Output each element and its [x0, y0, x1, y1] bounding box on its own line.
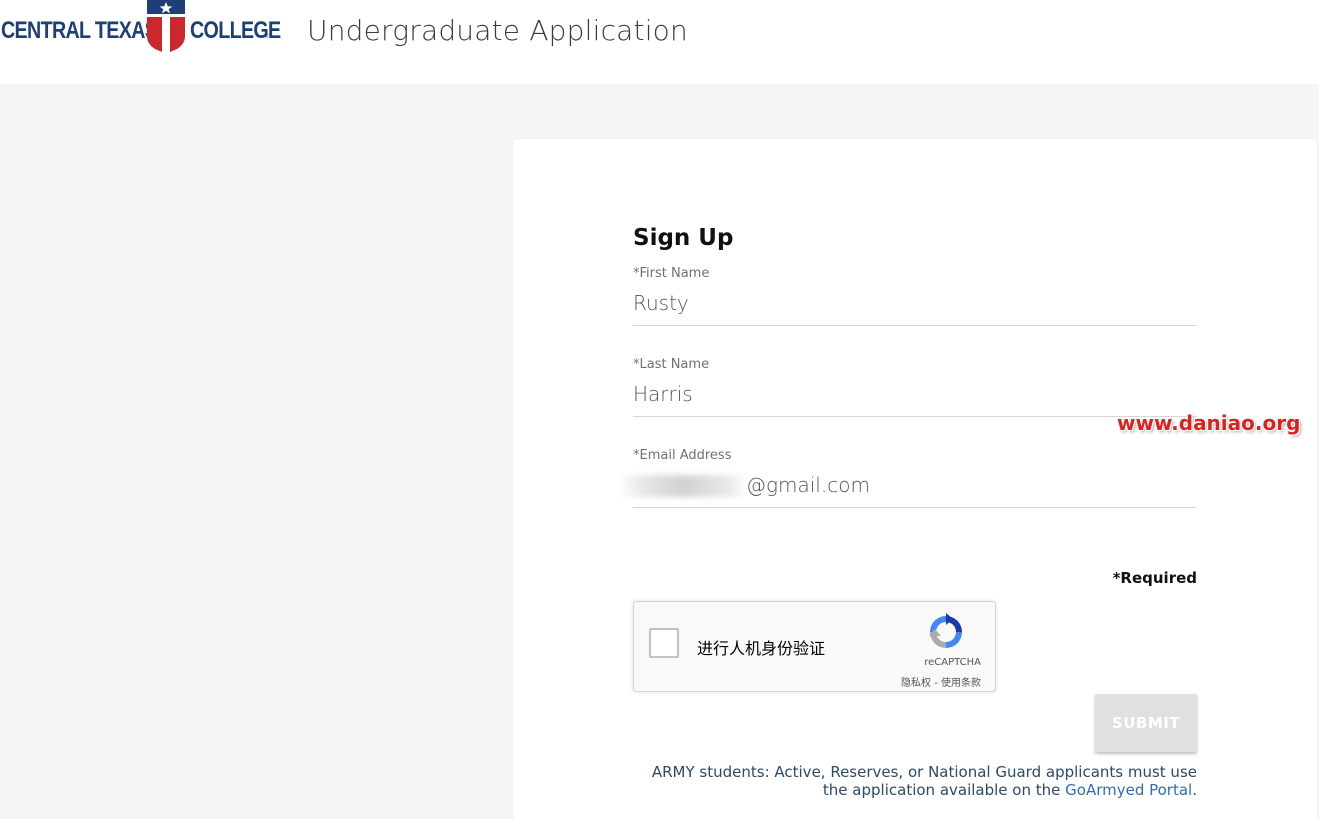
required-note: *Required — [1112, 569, 1197, 587]
email-label: *Email Address — [633, 448, 732, 463]
registered-mark: ® — [264, 34, 269, 40]
email-field: *Email Address — [619, 448, 1310, 508]
last-name-label: *Last Name — [633, 357, 710, 372]
header: CENTRAL TEXAS COLLEGE ® Undergraduate Ap… — [0, 0, 1319, 84]
first-name-field: *First Name — [633, 266, 1197, 326]
college-logo[interactable]: CENTRAL TEXAS COLLEGE ® — [0, 0, 281, 60]
redacted-email-blur — [619, 475, 747, 497]
army-note-line-2: the application available on the GoArmye… — [597, 781, 1197, 799]
last-name-input[interactable] — [633, 379, 1197, 409]
army-note-line-1: ARMY students: Active, Reserves, or Nati… — [651, 763, 1197, 781]
army-students-note: ARMY students: Active, Reserves, or Nati… — [597, 763, 1197, 799]
first-name-label: *First Name — [633, 266, 710, 281]
submit-button[interactable]: SUBMIT — [1095, 694, 1197, 752]
form-title: Sign Up — [633, 225, 734, 251]
recaptcha-logo-icon — [929, 613, 962, 648]
logo-text-central-texas: CENTRAL TEXAS — [1, 17, 158, 44]
watermark-text: www.daniao.org — [1117, 411, 1301, 435]
recaptcha-widget: 进行人机身份验证 reCAPTCHA 隐私权 - 使用条款 — [633, 601, 996, 692]
logo-text-college: COLLEGE — [190, 17, 281, 44]
first-name-input[interactable] — [633, 288, 1197, 318]
army-note-period: . — [1192, 781, 1197, 799]
signup-card: Sign Up *First Name *Last Name *Email Ad… — [513, 139, 1317, 819]
army-note-line-2-text: the application available on the — [822, 781, 1066, 799]
recaptcha-privacy-terms-links[interactable]: 隐私权 - 使用条款 — [901, 674, 981, 689]
recaptcha-label: 进行人机身份验证 — [697, 639, 826, 658]
page-title: Undergraduate Application — [307, 14, 688, 47]
recaptcha-checkbox[interactable] — [649, 628, 679, 658]
recaptcha-brand: reCAPTCHA — [924, 657, 981, 668]
goarmyed-portal-link[interactable]: GoArmyed Portal — [1065, 781, 1192, 799]
shield-icon — [147, 0, 185, 53]
last-name-field: *Last Name — [633, 357, 1197, 417]
